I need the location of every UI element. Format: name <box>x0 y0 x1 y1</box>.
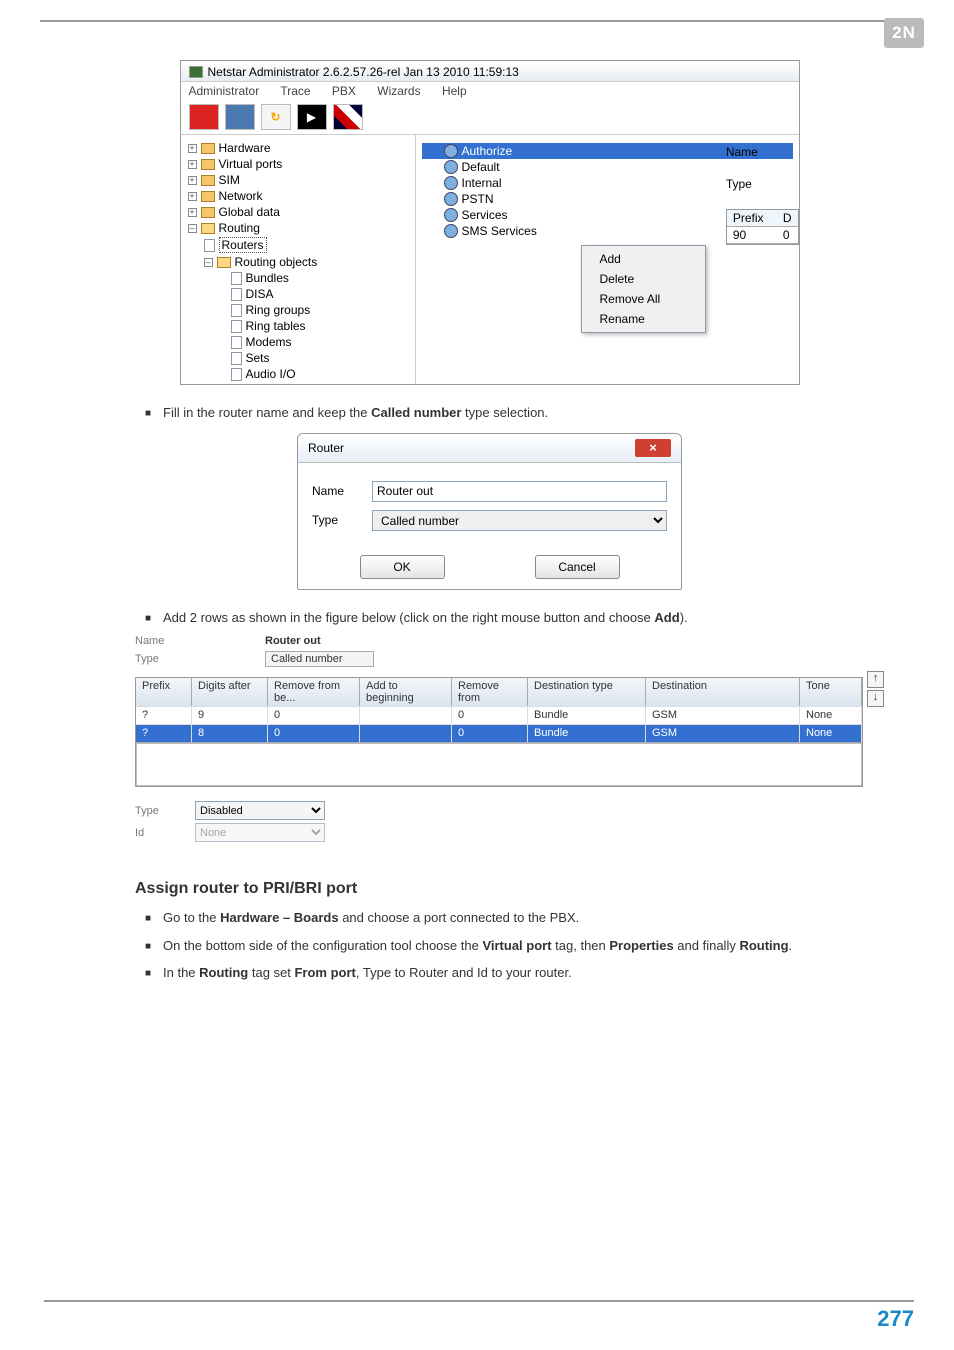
netstar-admin-screenshot: Netstar Administrator 2.6.2.57.26-rel Ja… <box>180 60 800 385</box>
tree-bundles[interactable]: Bundles <box>246 271 289 285</box>
move-up-button[interactable]: ↑ <box>867 671 884 688</box>
btm-type-label: Type <box>135 805 195 817</box>
ctx-remove-all[interactable]: Remove All <box>584 289 703 309</box>
tree-sets[interactable]: Sets <box>246 351 270 365</box>
menu-pbx[interactable]: PBX <box>332 84 356 98</box>
menu-help[interactable]: Help <box>442 84 467 98</box>
toolbar-btn-1[interactable] <box>189 104 219 130</box>
dialog-name-input[interactable] <box>372 481 667 502</box>
d-cell: 0 <box>783 228 790 242</box>
routes-table-screenshot: NameRouter out TypeCalled number Prefix … <box>135 635 844 842</box>
tree-routers[interactable]: Routers <box>219 237 267 253</box>
table-row[interactable]: ?900BundleGSMNone <box>136 706 862 724</box>
tree-global-data[interactable]: Global data <box>219 205 280 219</box>
dialog-type-select[interactable]: Called number <box>372 510 667 531</box>
tree-network[interactable]: Network <box>219 189 263 203</box>
tree-disa[interactable]: DISA <box>246 287 274 301</box>
tree-ring-groups[interactable]: Ring groups <box>246 303 311 317</box>
instruction-2: Add 2 rows as shown in the figure below … <box>145 608 844 628</box>
col-desttype[interactable]: Destination type <box>528 678 646 706</box>
ctx-rename[interactable]: Rename <box>584 309 703 329</box>
nav-tree[interactable]: +Hardware +Virtual ports +SIM +Network +… <box>181 135 416 384</box>
toolbar: ↻ ▶ <box>181 100 799 134</box>
col-prefix[interactable]: Prefix <box>136 678 192 706</box>
tree-modems[interactable]: Modems <box>246 335 292 349</box>
type-label: Type <box>135 653 265 665</box>
toolbar-lang[interactable] <box>333 104 363 130</box>
tree-routing-objects[interactable]: Routing objects <box>235 255 318 269</box>
menu-bar[interactable]: Administrator Trace PBX Wizards Help <box>181 82 799 100</box>
ok-button[interactable]: OK <box>360 555 445 579</box>
dialog-title: Router <box>308 441 344 455</box>
window-title: Netstar Administrator 2.6.2.57.26-rel Ja… <box>208 65 519 79</box>
name-value: Router out <box>265 635 321 647</box>
col-tone[interactable]: Tone <box>800 678 862 706</box>
section-heading: Assign router to PRI/BRI port <box>135 880 844 898</box>
col-add[interactable]: Add to beginning <box>360 678 452 706</box>
table-row[interactable]: ?800BundleGSMNone <box>136 724 862 742</box>
tree-ring-tables[interactable]: Ring tables <box>246 319 306 333</box>
toolbar-refresh[interactable]: ↻ <box>261 104 291 130</box>
ctx-delete[interactable]: Delete <box>584 269 703 289</box>
instruction-5: In the Routing tag set From port, Type t… <box>145 963 844 983</box>
col-dest[interactable]: Destination <box>646 678 800 706</box>
detail-pane: Authorize Default Internal PSTN Services… <box>416 135 799 384</box>
tree-routing[interactable]: Routing <box>219 221 260 235</box>
instruction-3: Go to the Hardware – Boards and choose a… <box>145 908 844 928</box>
name-label: Name <box>726 145 799 159</box>
context-menu[interactable]: Add Delete Remove All Rename <box>581 245 706 333</box>
col-digits[interactable]: Digits after <box>192 678 268 706</box>
move-down-button[interactable]: ↓ <box>867 690 884 707</box>
menu-administrator[interactable]: Administrator <box>189 84 260 98</box>
scrollbar[interactable] <box>136 743 862 786</box>
d-header: D <box>783 211 792 225</box>
type-value[interactable]: Called number <box>265 651 374 667</box>
close-button[interactable]: × <box>635 439 671 457</box>
menu-trace[interactable]: Trace <box>280 84 310 98</box>
btm-id-label: Id <box>135 827 195 839</box>
toolbar-btn-4[interactable]: ▶ <box>297 104 327 130</box>
app-icon <box>189 66 203 78</box>
instruction-4: On the bottom side of the configuration … <box>145 936 844 956</box>
instruction-1: Fill in the router name and keep the Cal… <box>145 403 844 423</box>
toolbar-btn-2[interactable] <box>225 104 255 130</box>
globe-icon <box>444 176 458 190</box>
tree-virtual-ports[interactable]: Virtual ports <box>219 157 283 171</box>
menu-wizards[interactable]: Wizards <box>377 84 420 98</box>
prefix-cell: 90 <box>733 228 783 242</box>
prefix-header: Prefix <box>733 211 783 225</box>
globe-icon <box>444 160 458 174</box>
globe-icon <box>444 144 458 158</box>
routes-table[interactable]: Prefix Digits after Remove from be... Ad… <box>135 677 863 787</box>
dialog-type-label: Type <box>312 513 372 527</box>
btm-id-select: None <box>195 823 325 842</box>
tree-sim[interactable]: SIM <box>219 173 240 187</box>
globe-icon <box>444 208 458 222</box>
col-remove-from[interactable]: Remove from <box>452 678 528 706</box>
brand-logo: 2N <box>884 18 924 48</box>
right-info: Name Type PrefixD 900 <box>726 145 799 245</box>
dialog-name-label: Name <box>312 484 372 498</box>
router-dialog: Router × Name Type Called number OK Canc… <box>297 433 682 590</box>
cancel-button[interactable]: Cancel <box>535 555 620 579</box>
tree-audio-io[interactable]: Audio I/O <box>246 367 296 381</box>
col-remove-be[interactable]: Remove from be... <box>268 678 360 706</box>
globe-icon <box>444 224 458 238</box>
ctx-add[interactable]: Add <box>584 249 703 269</box>
page-number: 277 <box>44 1300 914 1332</box>
globe-icon <box>444 192 458 206</box>
tree-hardware[interactable]: Hardware <box>219 141 271 155</box>
window-title-bar: Netstar Administrator 2.6.2.57.26-rel Ja… <box>181 61 799 82</box>
name-label: Name <box>135 635 265 647</box>
btm-type-select[interactable]: Disabled <box>195 801 325 820</box>
type-label: Type <box>726 177 799 191</box>
